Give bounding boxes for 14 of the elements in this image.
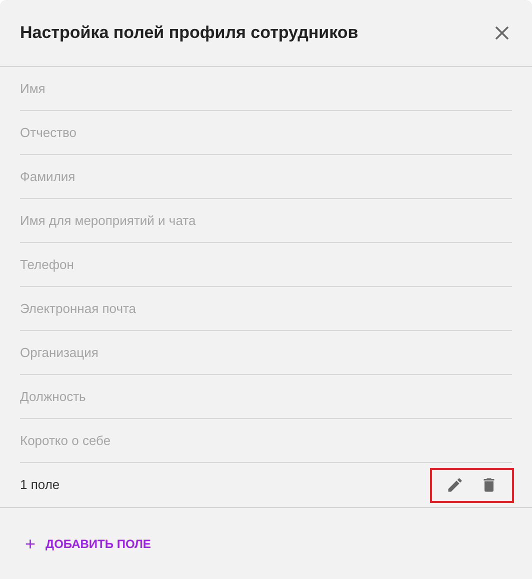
field-label: Имя для мероприятий и чата [20,212,196,230]
field-label: Коротко о себе [20,432,111,450]
field-label: Организация [20,344,98,362]
add-field-button[interactable]: + ДОБАВИТЬ ПОЛЕ [25,535,151,553]
field-label: Фамилия [20,168,76,186]
field-label: Имя [20,80,46,98]
close-button[interactable] [494,25,510,41]
dialog-title: Настройка полей профиля сотрудников [20,22,358,44]
field-label: Электронная почта [20,300,136,318]
field-label: Отчество [20,124,77,142]
field-label: Телефон [20,256,74,274]
field-label: Должность [20,388,86,406]
plus-icon: + [25,535,36,553]
field-label: 1 поле [20,476,60,494]
